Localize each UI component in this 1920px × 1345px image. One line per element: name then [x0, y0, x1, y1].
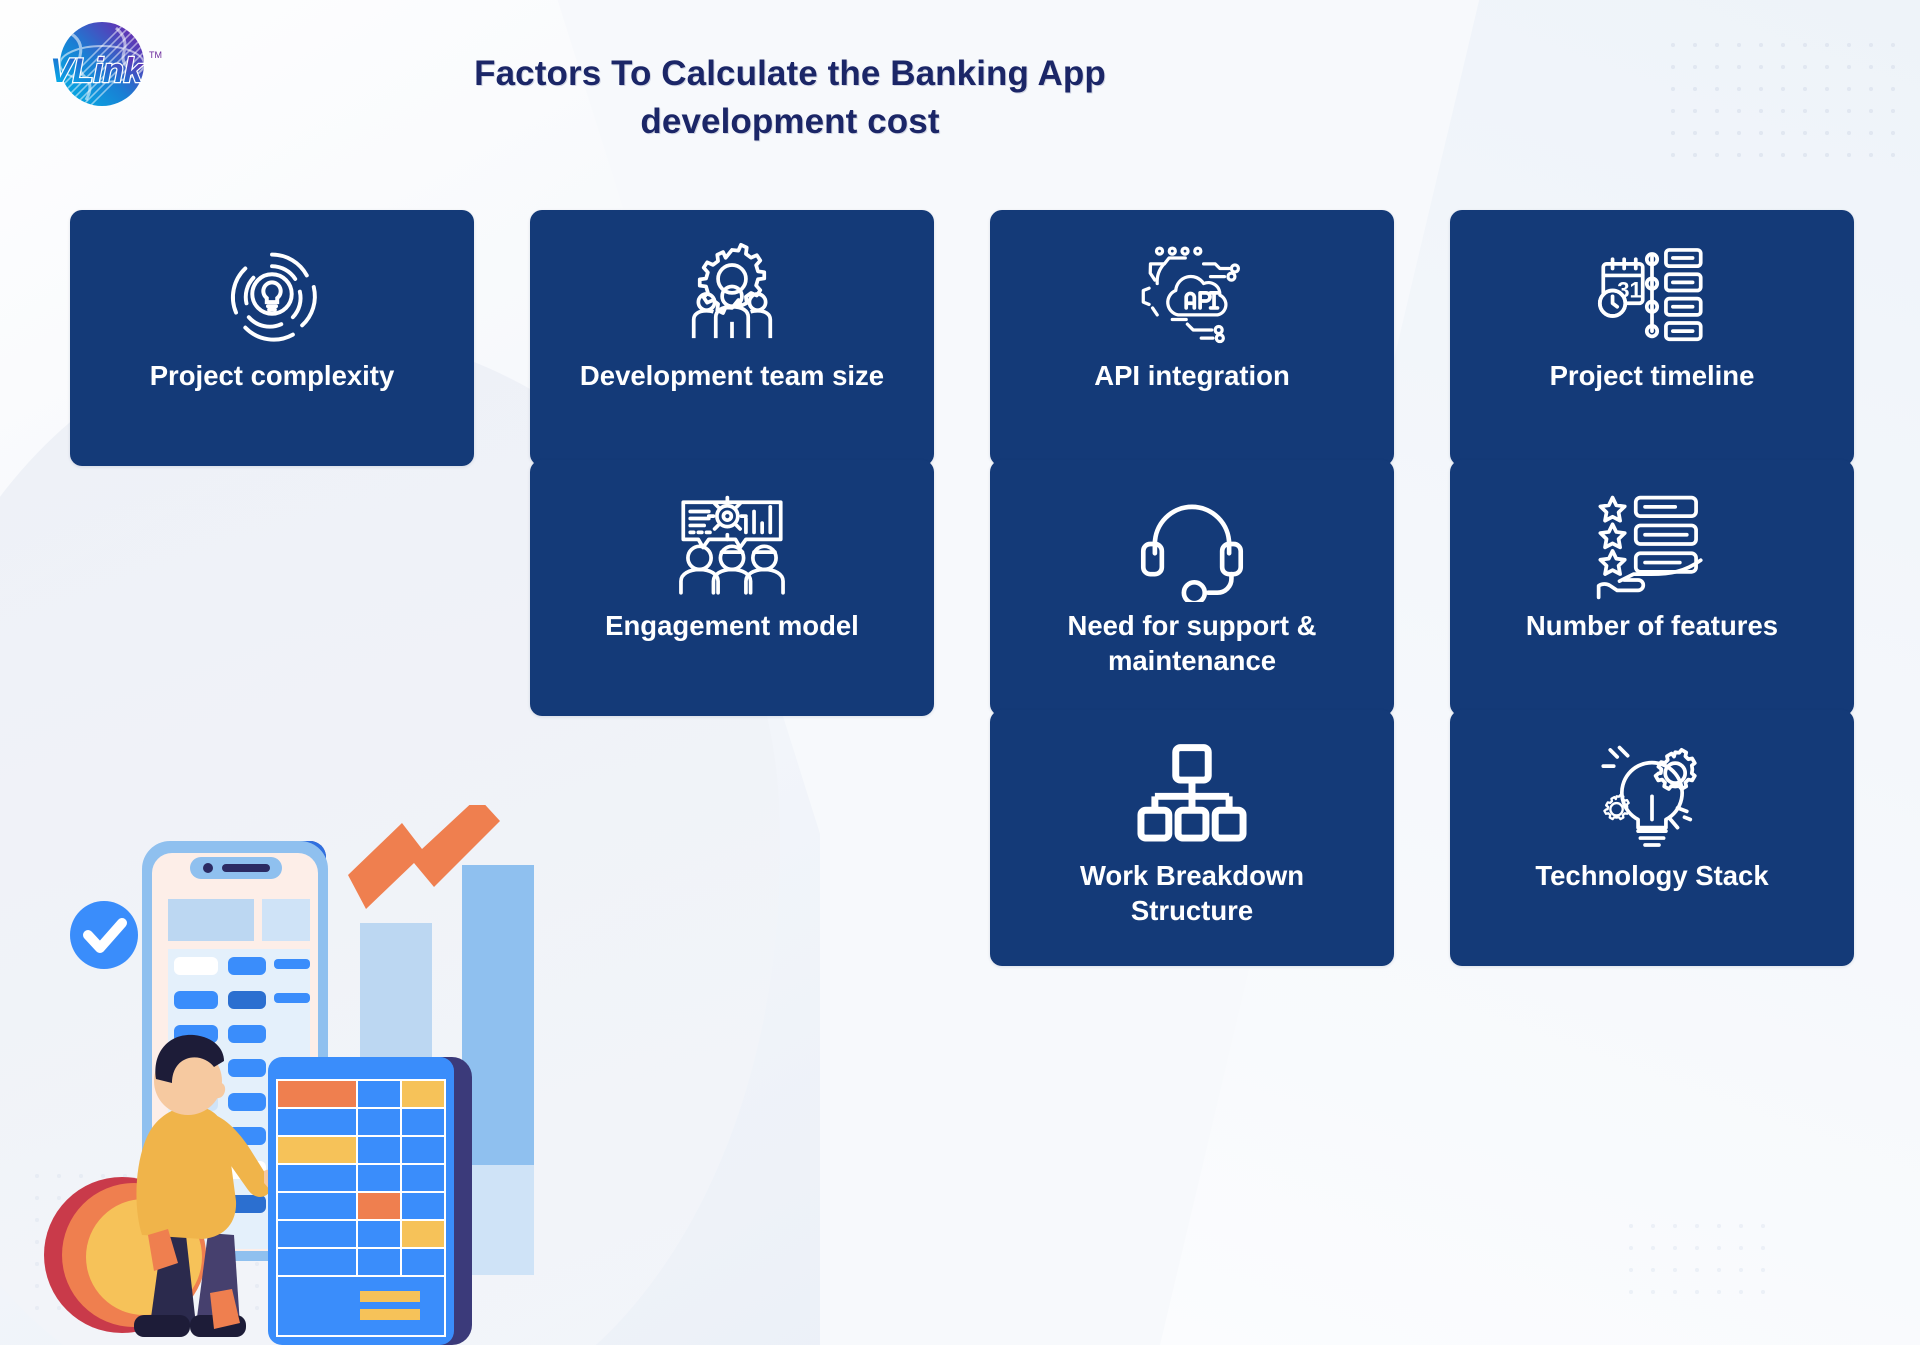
table-cells: [278, 1081, 444, 1335]
phone-speaker: [222, 864, 270, 872]
maze-lightbulb-icon: [214, 236, 330, 352]
api-cloud-circuit-icon: [1134, 236, 1250, 352]
factor-card-label: Number of features: [1525, 610, 1779, 641]
factor-card-label: Technology Stack: [1535, 860, 1769, 891]
factor-card-label: Engagement model: [605, 610, 859, 641]
factor-card-label: Development team size: [579, 360, 885, 391]
factor-card-technology-stack[interactable]: Technology Stack: [1450, 710, 1854, 966]
factor-card-work-breakdown-structure[interactable]: Work Breakdown Structure: [990, 710, 1394, 966]
factor-card-project-complexity[interactable]: Project complexity: [70, 210, 474, 466]
page-title: Factors To Calculate the Banking App dev…: [430, 50, 1150, 147]
phone-camera-dot: [203, 863, 213, 873]
dot-pattern-top-right: [1662, 34, 1902, 164]
headset-icon: [1134, 486, 1250, 602]
man-pointing-at-banking-app-illustration: [30, 805, 710, 1345]
factor-card-project-timeline[interactable]: 31 Project timeline: [1450, 210, 1854, 466]
verified-check-badge: [70, 901, 138, 969]
card-row-2: Engagement model Need for support & main…: [0, 460, 1920, 716]
factor-card-label: Project complexity: [149, 360, 395, 391]
page-title-line1: Factors To Calculate the Banking App: [474, 54, 1106, 93]
vlink-logo[interactable]: VLink TM: [36, 12, 168, 120]
factor-card-support-maintenance[interactable]: Need for support & maintenance: [990, 460, 1394, 716]
data-table-panel: [268, 1057, 472, 1345]
lightbulb-gears-icon: [1594, 736, 1710, 852]
card-row-1: Project complexity Development team size…: [0, 210, 1920, 466]
page-title-line2: development cost: [640, 102, 940, 142]
factor-card-label: Work Breakdown Structure: [1079, 860, 1305, 927]
dot-pattern-bottom-right: [1620, 1215, 1780, 1305]
hierarchy-tree-icon: [1134, 736, 1250, 852]
factor-card-label: Need for support & maintenance: [1067, 610, 1317, 677]
factor-card-development-team-size[interactable]: Development team size: [530, 210, 934, 466]
factor-card-label: API integration: [1094, 360, 1290, 391]
bar-chart-column-2: [462, 865, 534, 1165]
globe-logo-icon: VLink TM: [49, 22, 162, 106]
factor-card-api-integration[interactable]: API integration: [990, 210, 1394, 466]
meeting-people-chart-icon: [674, 486, 790, 602]
factor-card-label: Project timeline: [1549, 360, 1755, 391]
factor-card-engagement-model[interactable]: Engagement model: [530, 460, 934, 716]
gear-team-icon: [674, 236, 790, 352]
infographic-canvas: VLink TM Factors To Calculate the Bankin…: [0, 0, 1920, 1345]
hand-star-list-icon: [1594, 486, 1710, 602]
calendar-timeline-icon: 31: [1594, 236, 1710, 352]
factor-card-number-of-features[interactable]: Number of features: [1450, 460, 1854, 716]
bar-chart-column-3: [462, 1165, 534, 1275]
logo-wordmark: VLink: [50, 52, 145, 90]
logo-trademark: TM: [149, 50, 162, 60]
